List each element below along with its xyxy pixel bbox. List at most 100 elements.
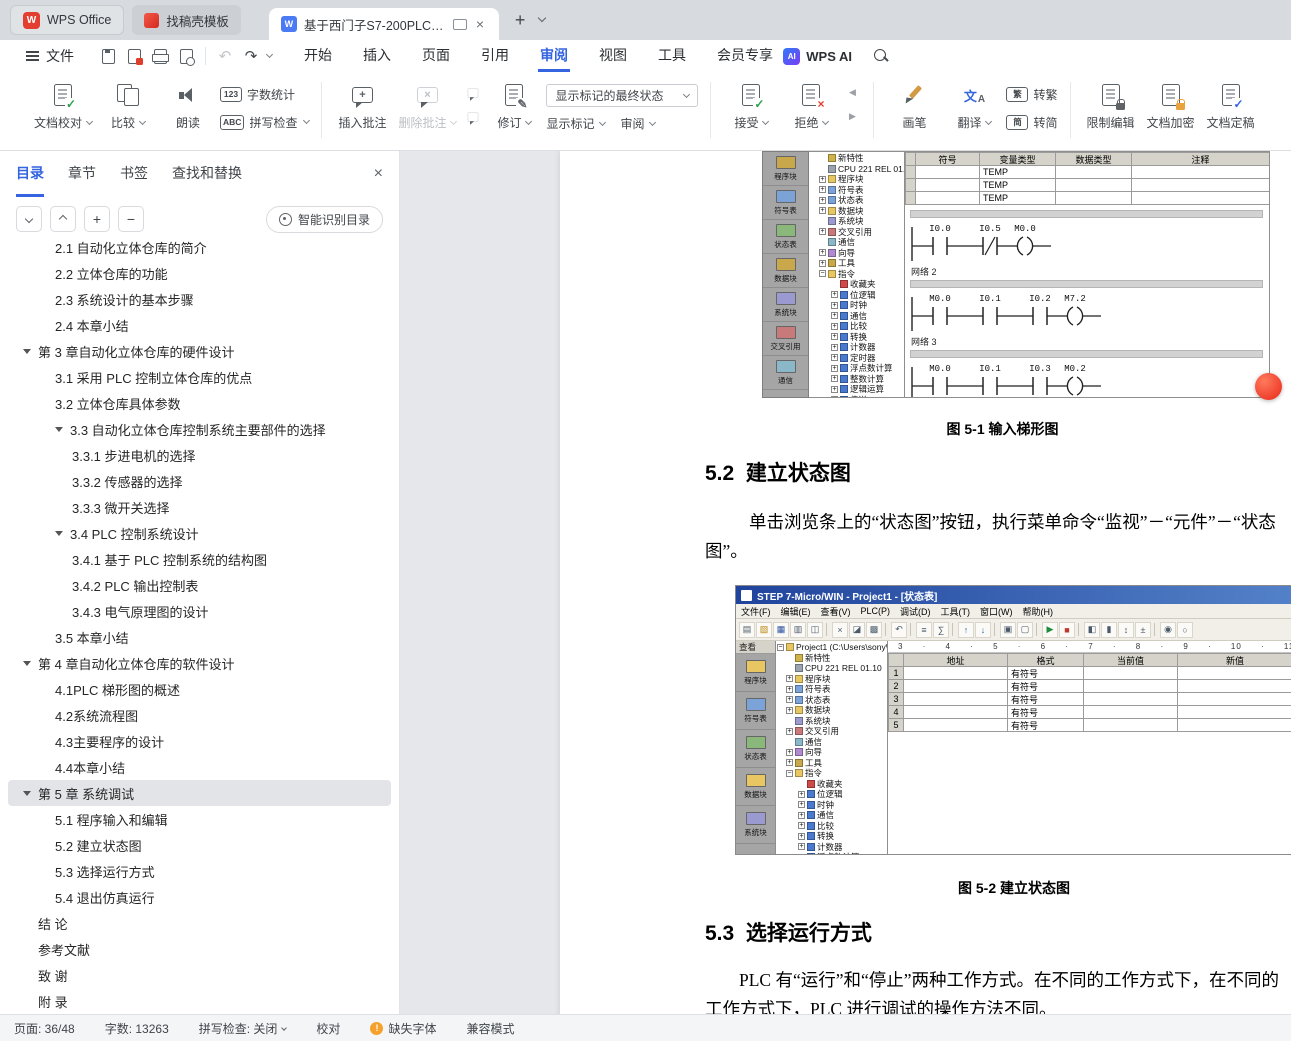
toc-item[interactable]: 3.4 PLC 控制系统设计 <box>8 520 391 546</box>
collapse-all-button[interactable] <box>50 206 76 232</box>
insert-comment-button[interactable]: + 插入批注 <box>334 80 390 133</box>
body-text-line[interactable]: 工作方式下，PLC 进行调试的操作方法不同。 <box>705 996 1056 1014</box>
restrict-edit-button[interactable]: 限制编辑 <box>1083 80 1139 133</box>
sidebar-tab[interactable]: 章节 <box>68 151 96 197</box>
word-count-button[interactable]: 123 字数统计 <box>220 84 309 104</box>
body-text-line[interactable]: 图”。 <box>705 538 748 563</box>
menu-item[interactable]: 页面 <box>420 40 452 72</box>
toc-item[interactable]: 第 3 章自动化立体仓库的硬件设计 <box>8 338 391 364</box>
undo-icon[interactable]: ↶ <box>213 44 237 68</box>
menu-item[interactable]: 开始 <box>302 40 334 72</box>
to-traditional-button[interactable]: 繁 转繁 <box>1006 84 1058 104</box>
toc-item[interactable]: 附 录 <box>8 988 391 1014</box>
chevron-down-icon[interactable] <box>265 50 274 59</box>
toc-item[interactable]: 结 论 <box>8 910 391 936</box>
zoom-out-button[interactable]: − <box>118 206 144 232</box>
menu-item[interactable]: 工具 <box>656 40 688 72</box>
tab-list-chevron-icon[interactable] <box>538 8 547 26</box>
tab-wps-home[interactable]: W WPS Office <box>10 5 125 35</box>
markup-state-select[interactable]: 显示标记的最终状态 <box>546 84 699 107</box>
toc-item[interactable]: 3.3.2 传感器的选择 <box>8 468 391 494</box>
show-markup-button[interactable]: 显示标记 <box>546 115 606 132</box>
toc-item[interactable]: 第 5 章 系统调试 <box>8 780 391 806</box>
toc-item[interactable]: 5.3 选择运行方式 <box>8 858 391 884</box>
previous-comment-icon[interactable] <box>464 85 482 101</box>
missing-font-warning[interactable]: ! 缺失字体 <box>370 1020 436 1037</box>
toc-item[interactable]: 4.2系统流程图 <box>8 702 391 728</box>
toc-item[interactable]: 3.3.3 微开关选择 <box>8 494 391 520</box>
toc-item[interactable]: 5.1 程序输入和编辑 <box>8 806 391 832</box>
figure-5-2-image[interactable]: STEP 7-Micro/WIN - Project1 - [状态表] 文件(F… <box>735 585 1291 855</box>
to-simplified-button[interactable]: 简 转简 <box>1006 112 1058 132</box>
translate-button[interactable]: 文A 翻译 <box>946 80 1002 133</box>
page-indicator[interactable]: 页面: 36/48 <box>14 1020 75 1037</box>
toc-item[interactable]: 3.3 自动化立体仓库控制系统主要部件的选择 <box>8 416 391 442</box>
word-count-indicator[interactable]: 字数: 13263 <box>105 1020 169 1037</box>
spell-check-button[interactable]: ABC 拼写检查 <box>220 112 311 132</box>
tab-document-active[interactable]: W 基于西门子S7-200PLC的智能 × <box>268 8 499 40</box>
doc-proofing-button[interactable]: ✓ 文档校对 <box>30 80 96 133</box>
close-tab-icon[interactable]: × <box>476 16 484 32</box>
encrypt-doc-button[interactable]: 文档加密 <box>1143 80 1199 133</box>
section-heading-5-3[interactable]: 5.3 选择运行方式 <box>705 917 872 947</box>
menu-item[interactable]: 插入 <box>361 40 393 72</box>
toc-item[interactable]: 3.4.3 电气原理图的设计 <box>8 598 391 624</box>
sidebar-tab[interactable]: 目录 <box>16 151 44 197</box>
toc-item[interactable]: 3.5 本章小结 <box>8 624 391 650</box>
body-text-line[interactable]: PLC 有“运行”和“停止”两种工作方式。在不同的工作方式下，在不同的 <box>739 967 1279 992</box>
compare-button[interactable]: 比较 <box>100 80 156 133</box>
toc-item[interactable]: 致 谢 <box>8 962 391 988</box>
figure-caption[interactable]: 图 5-2 建立状态图 <box>735 878 1291 898</box>
compat-mode-indicator[interactable]: 兼容模式 <box>466 1020 514 1037</box>
pen-button[interactable]: 画笔 <box>886 80 942 133</box>
delete-comment-button[interactable]: × 删除批注 <box>394 80 460 133</box>
menu-item[interactable]: 引用 <box>479 40 511 72</box>
export-pdf-icon[interactable] <box>122 44 146 68</box>
finalize-doc-button[interactable]: ✓ 文档定稿 <box>1203 80 1259 133</box>
new-tab-button[interactable]: + <box>515 10 526 31</box>
redo-icon[interactable]: ↷ <box>239 44 263 68</box>
review-pane-button[interactable]: 审阅 <box>621 115 656 132</box>
print-icon[interactable] <box>148 44 172 68</box>
document-page[interactable]: 程序块 符号表 状态表 数据块 系统块 交叉引用 通信 新特性 CPU 221 … <box>560 151 1291 1014</box>
toc-item[interactable]: 第 4 章自动化立体仓库的软件设计 <box>8 650 391 676</box>
next-revision-icon[interactable]: ▶ <box>843 109 861 124</box>
accept-revision-button[interactable]: ✓ 接受 <box>723 80 779 133</box>
zoom-in-button[interactable]: + <box>84 206 110 232</box>
tab-template-store[interactable]: 找稿壳模板 <box>132 5 241 35</box>
print-preview-icon[interactable] <box>174 44 198 68</box>
body-text-line[interactable]: 单击浏览条上的“状态图”按钮，执行菜单命令“监视”－“元件”－“状态 <box>749 509 1276 534</box>
menu-item[interactable]: 视图 <box>597 40 629 72</box>
toc-item[interactable]: 3.3.1 步进电机的选择 <box>8 442 391 468</box>
file-menu-button[interactable]: 文件 <box>14 46 86 66</box>
spell-check-status[interactable]: 拼写检查: 关闭 <box>199 1020 288 1037</box>
menu-item[interactable]: 审阅 <box>538 40 570 72</box>
toc-item[interactable]: 4.1PLC 梯形图的概述 <box>8 676 391 702</box>
toc-item[interactable]: 3.1 采用 PLC 控制立体仓库的优点 <box>8 364 391 390</box>
toc-item[interactable]: 5.4 退出仿真运行 <box>8 884 391 910</box>
toc-item[interactable]: 参考文献 <box>8 936 391 962</box>
toc-item[interactable]: 5.2 建立状态图 <box>8 832 391 858</box>
proofread-button[interactable]: 校对 <box>316 1020 340 1037</box>
toc-item[interactable]: 2.2 立体仓库的功能 <box>8 260 391 286</box>
toc-item[interactable]: 3.4.1 基于 PLC 控制系统的结构图 <box>8 546 391 572</box>
wps-ai-button[interactable]: AI WPS AI <box>783 47 852 65</box>
next-comment-icon[interactable] <box>464 109 482 125</box>
figure-caption[interactable]: 图 5-1 输入梯形图 <box>735 419 1270 439</box>
toc-item[interactable]: 3.4.2 PLC 输出控制表 <box>8 572 391 598</box>
read-aloud-button[interactable]: 朗读 <box>160 80 216 133</box>
toc-item[interactable]: 2.3 系统设计的基本步骤 <box>8 286 391 312</box>
toc-item[interactable]: 4.3主要程序的设计 <box>8 728 391 754</box>
track-changes-button[interactable]: ✎ 修订 <box>486 80 542 133</box>
toc-item[interactable]: 4.4本章小结 <box>8 754 391 780</box>
section-heading-5-2[interactable]: 5.2 建立状态图 <box>705 457 851 487</box>
sidebar-tab[interactable]: 查找和替换 <box>172 151 242 197</box>
smart-toc-button[interactable]: 智能识别目录 <box>265 205 383 233</box>
save-icon[interactable] <box>96 44 120 68</box>
expand-all-button[interactable] <box>16 206 42 232</box>
search-icon[interactable] <box>874 48 889 64</box>
notification-badge[interactable] <box>1255 373 1282 400</box>
toc-item[interactable]: 2.4 本章小结 <box>8 312 391 338</box>
toc-item[interactable]: 2.1 自动化立体仓库的简介 <box>8 241 391 260</box>
menu-item[interactable]: 会员专享 <box>715 40 775 72</box>
